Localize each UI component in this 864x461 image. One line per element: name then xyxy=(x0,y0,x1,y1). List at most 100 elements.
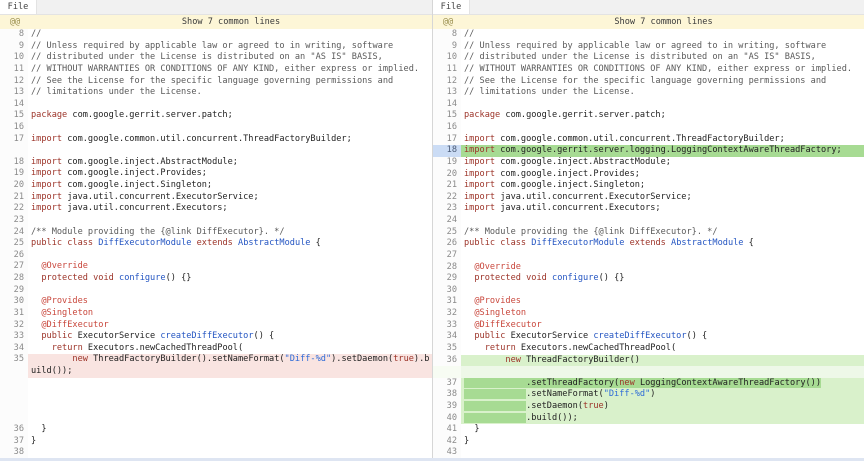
line-number[interactable]: 28 xyxy=(0,273,28,285)
line-number[interactable]: 16 xyxy=(433,122,461,134)
diff-line: 36 new ThreadFactoryBuilder() xyxy=(433,355,864,367)
filler-row xyxy=(433,366,864,378)
code-text: // limitations under the License. xyxy=(461,87,864,99)
line-number[interactable]: 24 xyxy=(0,227,28,239)
code-text: import com.google.inject.Singleton; xyxy=(28,180,432,192)
line-number[interactable]: 18 xyxy=(0,157,28,169)
code-text: import com.google.inject.AbstractModule; xyxy=(28,157,432,169)
line-number[interactable]: 33 xyxy=(433,320,461,332)
line-number[interactable]: 37 xyxy=(433,378,461,390)
line-number[interactable]: 19 xyxy=(0,168,28,180)
code-text: import com.google.inject.AbstractModule; xyxy=(461,157,864,169)
line-number[interactable]: 18 xyxy=(433,145,461,157)
code-text: @Provides xyxy=(28,296,432,308)
code-rows-right: 8//9// Unless required by applicable law… xyxy=(433,29,864,459)
diff-line: 10// distributed under the License is di… xyxy=(433,52,864,64)
line-number xyxy=(433,366,461,378)
code-text xyxy=(461,250,864,262)
line-number[interactable]: 29 xyxy=(0,285,28,297)
line-number[interactable]: 34 xyxy=(433,331,461,343)
line-number[interactable]: 35 xyxy=(0,354,28,377)
line-number[interactable]: 38 xyxy=(433,389,461,401)
line-number[interactable]: 17 xyxy=(0,134,28,146)
line-number[interactable]: 21 xyxy=(0,192,28,204)
line-number[interactable]: 20 xyxy=(433,169,461,181)
code-text: // Unless required by applicable law or … xyxy=(461,41,864,53)
line-number[interactable]: 17 xyxy=(433,134,461,146)
line-number[interactable]: 11 xyxy=(433,64,461,76)
code-text: protected void configure() {} xyxy=(28,273,432,285)
code-text: @DiffExecutor xyxy=(461,320,864,332)
line-number[interactable]: 41 xyxy=(433,424,461,436)
line-number[interactable]: 12 xyxy=(433,76,461,88)
code-text: .build()); xyxy=(461,413,864,425)
line-number[interactable]: 10 xyxy=(433,52,461,64)
line-number[interactable]: 42 xyxy=(433,436,461,448)
line-number[interactable]: 11 xyxy=(0,64,28,76)
line-number[interactable]: 37 xyxy=(0,436,28,448)
diff-line: 23 xyxy=(0,215,432,227)
filler-row xyxy=(0,413,432,425)
line-number[interactable]: 8 xyxy=(433,29,461,41)
line-number[interactable]: 19 xyxy=(433,157,461,169)
line-number[interactable]: 24 xyxy=(433,215,461,227)
line-number[interactable]: 12 xyxy=(0,76,28,88)
diff-line: 13// limitations under the License. xyxy=(433,87,864,99)
line-number[interactable]: 14 xyxy=(433,99,461,111)
line-number[interactable]: 15 xyxy=(0,110,28,122)
line-number[interactable]: 8 xyxy=(0,29,28,41)
line-number[interactable]: 25 xyxy=(0,238,28,250)
line-number[interactable]: 32 xyxy=(433,308,461,320)
line-number[interactable]: 27 xyxy=(0,261,28,273)
line-number[interactable]: 28 xyxy=(433,262,461,274)
show-common-lines-link[interactable]: Show 7 common lines xyxy=(463,17,864,27)
line-number[interactable]: 15 xyxy=(433,110,461,122)
line-number[interactable]: 14 xyxy=(0,99,28,111)
line-number[interactable]: 20 xyxy=(0,180,28,192)
line-number[interactable]: 22 xyxy=(0,203,28,215)
line-number[interactable]: 29 xyxy=(433,273,461,285)
line-number[interactable]: 16 xyxy=(0,122,28,134)
line-number[interactable]: 9 xyxy=(0,41,28,53)
line-number[interactable]: 30 xyxy=(433,285,461,297)
file-header-label: File xyxy=(433,0,470,14)
code-text xyxy=(28,401,432,413)
diff-line: 28 @Override xyxy=(433,262,864,274)
line-number[interactable]: 32 xyxy=(0,320,28,332)
line-number[interactable]: 34 xyxy=(0,343,28,355)
line-number[interactable]: 26 xyxy=(433,238,461,250)
show-common-lines-link[interactable]: Show 7 common lines xyxy=(30,17,432,27)
line-number[interactable]: 10 xyxy=(0,52,28,64)
line-number[interactable]: 21 xyxy=(433,180,461,192)
line-number[interactable]: 13 xyxy=(0,87,28,99)
line-number[interactable]: 31 xyxy=(0,308,28,320)
line-number[interactable]: 23 xyxy=(0,215,28,227)
line-number[interactable]: 40 xyxy=(433,413,461,425)
hunk-expander-right[interactable]: @@ Show 7 common lines xyxy=(433,15,864,29)
diff-line: 22import java.util.concurrent.Executors; xyxy=(0,203,432,215)
line-number[interactable]: 35 xyxy=(433,343,461,355)
hunk-expander-left[interactable]: @@ Show 7 common lines xyxy=(0,15,432,29)
line-number[interactable]: 25 xyxy=(433,227,461,239)
line-number[interactable]: 30 xyxy=(0,296,28,308)
line-number[interactable]: 23 xyxy=(433,203,461,215)
line-number[interactable]: 27 xyxy=(433,250,461,262)
line-number[interactable]: 26 xyxy=(0,250,28,262)
line-number[interactable]: 39 xyxy=(433,401,461,413)
line-number[interactable]: 33 xyxy=(0,331,28,343)
line-number[interactable]: 31 xyxy=(433,296,461,308)
diff-line: 29 protected void configure() {} xyxy=(433,273,864,285)
line-number[interactable]: 22 xyxy=(433,192,461,204)
diff-line: 24/** Module providing the {@link DiffEx… xyxy=(0,227,432,239)
code-text xyxy=(28,215,432,227)
line-number[interactable]: 36 xyxy=(433,355,461,367)
diff-line: 37} xyxy=(0,436,432,448)
line-number[interactable]: 9 xyxy=(433,41,461,53)
line-number[interactable]: 36 xyxy=(0,424,28,436)
diff-line: 32 @DiffExecutor xyxy=(0,320,432,332)
code-text: // limitations under the License. xyxy=(28,87,432,99)
line-number[interactable]: 13 xyxy=(433,87,461,99)
diff-line: 20import com.google.inject.Provides; xyxy=(433,169,864,181)
code-text xyxy=(28,99,432,111)
diff-line: 31 @Provides xyxy=(433,296,864,308)
